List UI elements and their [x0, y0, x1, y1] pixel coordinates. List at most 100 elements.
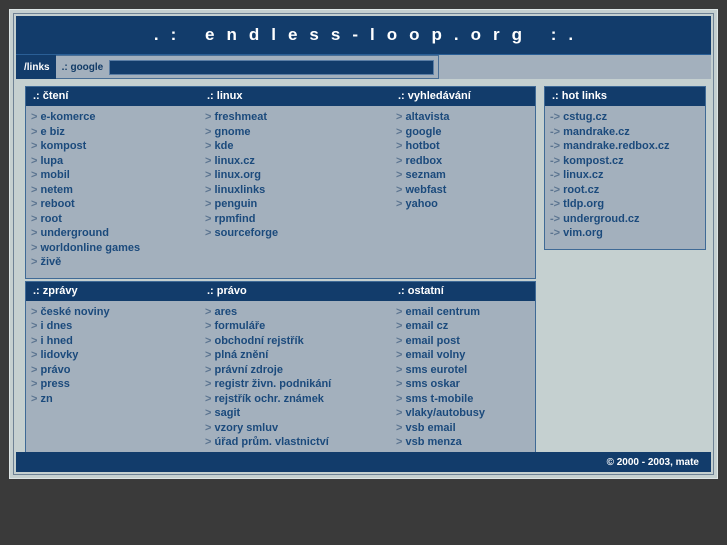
link-ostatni-1[interactable]: > email cz — [396, 319, 535, 334]
link-label: yahoo — [405, 198, 438, 210]
link-zpravy-2[interactable]: > i hned — [31, 334, 200, 349]
link-label: registr živn. podnikání — [214, 378, 332, 390]
link-label: vsb email — [405, 421, 456, 434]
categories-header-row-bottom: .: zprávy .: právo .: ostatní — [26, 281, 535, 301]
link-label: živě — [40, 256, 62, 268]
hot-link-5[interactable]: -> root.cz — [550, 183, 705, 198]
search-input[interactable] — [109, 59, 434, 75]
link-label: netem — [40, 183, 73, 196]
link-label: email centrum — [405, 305, 481, 318]
bullet-icon: -> — [550, 227, 564, 239]
link-label: sms eurotel — [405, 363, 468, 376]
link-label: právní zdroje — [214, 363, 283, 376]
hot-link-0[interactable]: -> cstug.cz — [550, 110, 705, 125]
link-label: plná znění — [214, 349, 269, 361]
link-linux-5[interactable]: > linuxlinks — [205, 183, 391, 198]
hot-link-7[interactable]: -> undergroud.cz — [550, 212, 705, 227]
bullet-icon: -> — [550, 125, 564, 138]
link-cteni-3[interactable]: > lupa — [31, 154, 200, 169]
link-label: kompost — [40, 140, 87, 152]
link-vyhledavani-5[interactable]: > webfast — [396, 183, 535, 198]
link-label: email post — [405, 334, 460, 347]
hot-link-2[interactable]: -> mandrake.redbox.cz — [550, 139, 705, 154]
link-pravo-9[interactable]: > úřad prům. vlastnictví — [205, 435, 391, 450]
link-label: root.cz — [563, 183, 600, 196]
link-zpravy-5[interactable]: > press — [31, 377, 200, 392]
search-row-filler — [438, 55, 711, 79]
link-ostatni-3[interactable]: > email volny — [396, 348, 535, 363]
link-cteni-5[interactable]: > netem — [31, 183, 200, 198]
link-cteni-8[interactable]: > underground — [31, 226, 200, 241]
link-linux-3[interactable]: > linux.cz — [205, 154, 391, 169]
link-linux-6[interactable]: > penguin — [205, 197, 391, 212]
link-cteni-9[interactable]: > worldonline games — [31, 241, 200, 256]
link-vyhledavani-6[interactable]: > yahoo — [396, 197, 535, 212]
link-pravo-4[interactable]: > právní zdroje — [205, 363, 391, 378]
link-zpravy-1[interactable]: > i dnes — [31, 319, 200, 334]
link-label: sourceforge — [214, 227, 279, 239]
link-linux-1[interactable]: > gnome — [205, 125, 391, 140]
link-cteni-0[interactable]: > e-komerce — [31, 110, 200, 125]
link-cteni-4[interactable]: > mobil — [31, 168, 200, 183]
link-ostatni-5[interactable]: > sms oskar — [396, 377, 535, 392]
link-label: formuláře — [214, 320, 266, 332]
link-ostatni-9[interactable]: > vsb menza — [396, 435, 535, 450]
link-label: seznam — [405, 169, 446, 181]
link-cteni-2[interactable]: > kompost — [31, 139, 200, 154]
link-pravo-2[interactable]: > obchodní rejstřík — [205, 334, 391, 349]
link-label: vlaky/autobusy — [405, 407, 485, 419]
link-ostatni-4[interactable]: > sms eurotel — [396, 363, 535, 378]
link-cteni-1[interactable]: > e biz — [31, 125, 200, 140]
link-zpravy-6[interactable]: > zn — [31, 392, 200, 407]
section-header-zpravy: .: zprávy — [33, 284, 78, 297]
link-cteni-7[interactable]: > root — [31, 212, 200, 227]
hot-link-4[interactable]: -> linux.cz — [550, 168, 705, 183]
link-linux-7[interactable]: > rpmfind — [205, 212, 391, 227]
link-label: české noviny — [40, 305, 110, 318]
link-cteni-6[interactable]: > reboot — [31, 197, 200, 212]
link-linux-4[interactable]: > linux.org — [205, 168, 391, 183]
hot-link-6[interactable]: -> tldp.org — [550, 197, 705, 212]
link-zpravy-3[interactable]: > lidovky — [31, 348, 200, 363]
link-linux-2[interactable]: > kde — [205, 139, 391, 154]
link-pravo-3[interactable]: > plná znění — [205, 348, 391, 363]
link-linux-0[interactable]: > freshmeat — [205, 110, 391, 125]
link-ostatni-7[interactable]: > vlaky/autobusy — [396, 406, 535, 421]
link-cteni-10[interactable]: > živě — [31, 255, 200, 270]
link-vyhledavani-3[interactable]: > redbox — [396, 154, 535, 169]
link-vyhledavani-0[interactable]: > altavista — [396, 110, 535, 125]
link-pravo-7[interactable]: > sagit — [205, 406, 391, 421]
link-zpravy-4[interactable]: > právo — [31, 363, 200, 378]
link-vyhledavani-2[interactable]: > hotbot — [396, 139, 535, 154]
link-vyhledavani-1[interactable]: > google — [396, 125, 535, 140]
link-pravo-0[interactable]: > ares — [205, 305, 391, 320]
categories-body-row-top: > e-komerce > e biz > kompost > lupa > mobil… — [26, 106, 535, 278]
hot-link-3[interactable]: -> kompost.cz — [550, 154, 705, 169]
link-label: linux.cz — [214, 154, 255, 167]
hot-link-1[interactable]: -> mandrake.cz — [550, 125, 705, 140]
section-header-ostatni: .: ostatní — [398, 284, 444, 297]
section-list-zpravy: > české noviny > i dnes > i hned > lidovky >… — [26, 300, 200, 458]
hot-links-panel: .: hot links -> cstug.cz -> mandrake.cz ->… — [544, 86, 706, 250]
link-label: penguin — [214, 198, 258, 210]
link-ostatni-6[interactable]: > sms t-mobile — [396, 392, 535, 407]
bullet-icon: -> — [550, 111, 564, 123]
link-pravo-1[interactable]: > formuláře — [205, 319, 391, 334]
link-pravo-8[interactable]: > vzory smluv — [205, 421, 391, 436]
link-ostatni-2[interactable]: > email post — [396, 334, 535, 349]
link-ostatni-0[interactable]: > email centrum — [396, 305, 535, 320]
link-ostatni-8[interactable]: > vsb email — [396, 421, 535, 436]
bullet-icon: -> — [550, 183, 564, 196]
hot-link-8[interactable]: -> vim.org — [550, 226, 705, 241]
link-label: worldonline games — [40, 241, 141, 254]
bullet-icon: -> — [550, 140, 564, 152]
link-pravo-5[interactable]: > registr živn. podnikání — [205, 377, 391, 392]
link-vyhledavani-4[interactable]: > seznam — [396, 168, 535, 183]
link-linux-8[interactable]: > sourceforge — [205, 226, 391, 241]
link-label: právo — [40, 363, 71, 376]
link-label: vzory smluv — [214, 421, 279, 434]
link-pravo-6[interactable]: > rejstřík ochr. známek — [205, 392, 391, 407]
link-label: i dnes — [40, 320, 73, 332]
link-label: altavista — [405, 111, 450, 123]
link-zpravy-0[interactable]: > české noviny — [31, 305, 200, 320]
